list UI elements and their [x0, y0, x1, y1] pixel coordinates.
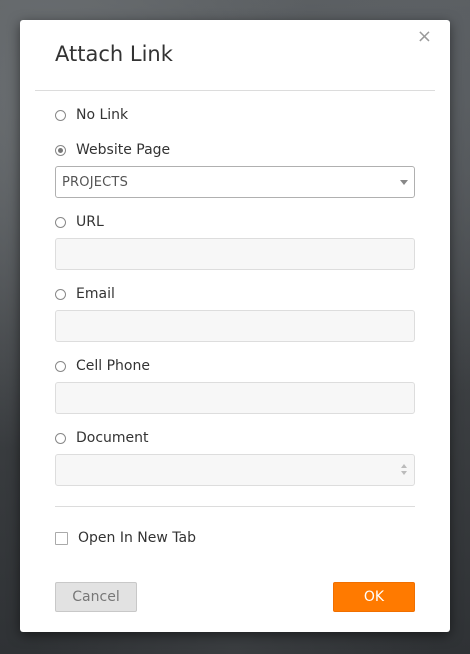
- cell-phone-label: Cell Phone: [76, 358, 150, 374]
- open-in-new-tab-option[interactable]: Open In New Tab: [55, 530, 196, 546]
- document-select[interactable]: [55, 454, 415, 486]
- url-label: URL: [76, 214, 104, 230]
- url-radio[interactable]: [55, 216, 66, 228]
- attach-link-dialog: × Attach Link No Link Website Page PROJE…: [20, 20, 450, 632]
- no-link-radio[interactable]: [55, 109, 66, 121]
- cell-phone-input[interactable]: [55, 382, 415, 414]
- title-divider: [35, 90, 435, 91]
- email-radio[interactable]: [55, 288, 66, 300]
- website-page-label: Website Page: [76, 142, 171, 158]
- website-page-radio[interactable]: [55, 144, 66, 156]
- website-page-option[interactable]: Website Page: [55, 141, 170, 159]
- ok-button[interactable]: OK: [333, 582, 415, 612]
- chevron-down-icon: [400, 180, 408, 185]
- open-in-new-tab-label: Open In New Tab: [78, 530, 196, 546]
- no-link-label: No Link: [76, 107, 129, 123]
- close-icon[interactable]: ×: [417, 27, 432, 47]
- url-option[interactable]: URL: [55, 213, 104, 231]
- no-link-option[interactable]: No Link: [55, 106, 128, 124]
- document-label: Document: [76, 430, 149, 446]
- document-option[interactable]: Document: [55, 429, 149, 447]
- dialog-title: Attach Link: [55, 42, 173, 66]
- cell-phone-radio[interactable]: [55, 360, 66, 372]
- url-input[interactable]: [55, 238, 415, 270]
- document-radio[interactable]: [55, 432, 66, 444]
- cancel-button[interactable]: Cancel: [55, 582, 137, 612]
- email-option[interactable]: Email: [55, 285, 115, 303]
- email-label: Email: [76, 286, 115, 302]
- up-down-arrows-icon: [401, 464, 407, 478]
- open-in-new-tab-checkbox[interactable]: [55, 531, 68, 545]
- website-page-select[interactable]: PROJECTS: [55, 166, 415, 198]
- email-input[interactable]: [55, 310, 415, 342]
- website-page-select-value: PROJECTS: [62, 174, 129, 190]
- cell-phone-option[interactable]: Cell Phone: [55, 357, 150, 375]
- options-divider: [55, 506, 415, 507]
